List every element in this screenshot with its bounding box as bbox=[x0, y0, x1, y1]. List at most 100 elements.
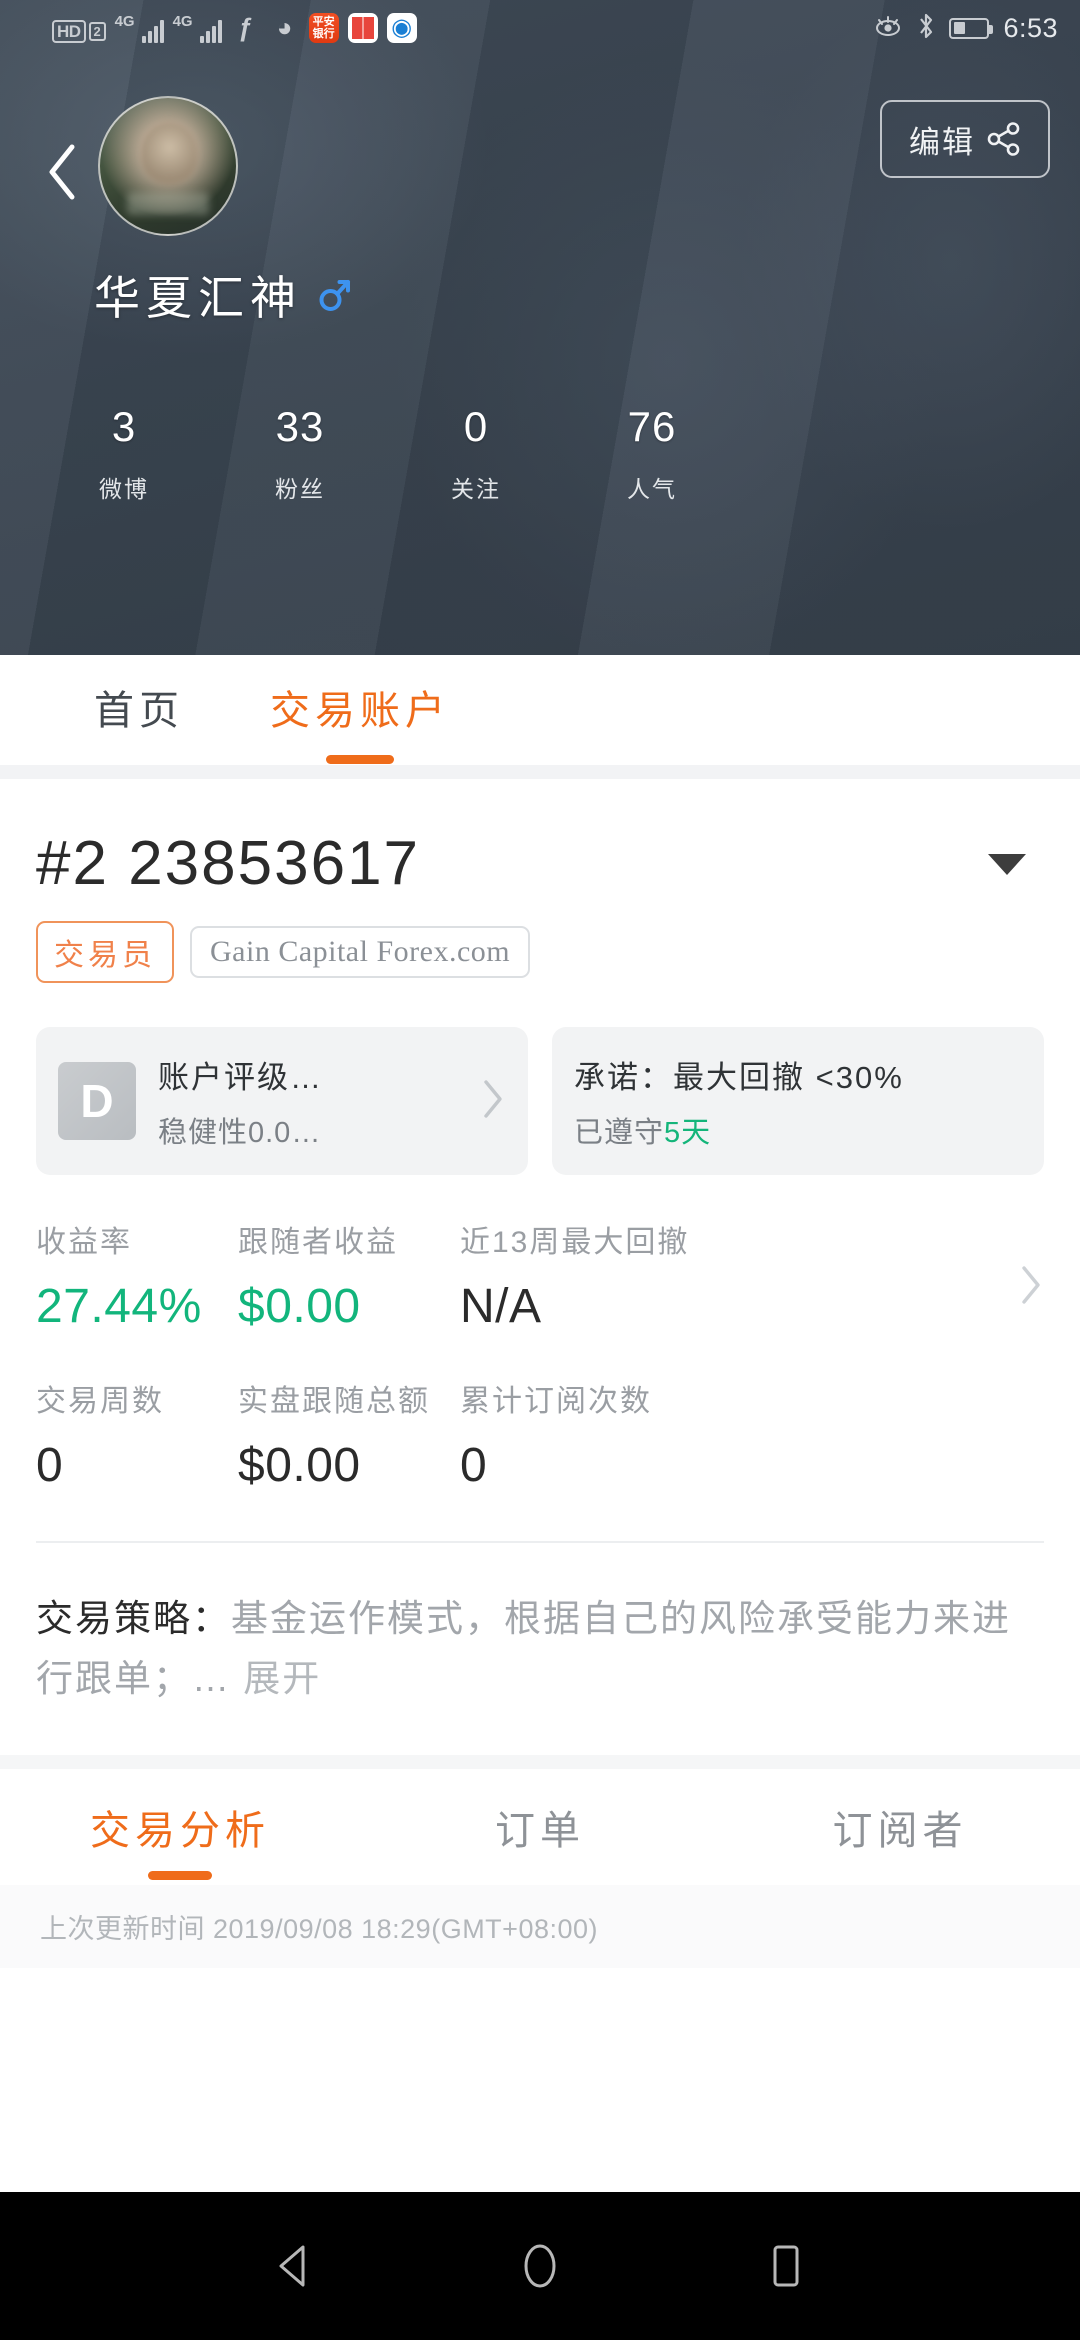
book-reader-icon bbox=[347, 13, 378, 43]
metric-return-rate: 收益率 27.44% bbox=[36, 1217, 238, 1334]
pingan-bank-icon: 平安 银行 bbox=[308, 13, 339, 43]
promise-prefix: 已遵守 bbox=[574, 1116, 665, 1149]
metric-max-drawdown: 近13周最大回撤 N/A bbox=[460, 1217, 1018, 1334]
username-row: 华夏汇神 bbox=[94, 262, 1080, 328]
last-updated-text: 上次更新时间 2019/09/08 18:29(GMT+08:00) bbox=[0, 1884, 1080, 1968]
fuiou-icon: ƒ bbox=[238, 13, 253, 43]
stat-popularity-label: 人气 bbox=[627, 476, 677, 503]
battery-icon bbox=[949, 17, 994, 39]
content-filler bbox=[0, 1967, 1080, 2056]
stat-weibo[interactable]: 3 微博 bbox=[36, 403, 212, 504]
trader-role-badge: 交易员 bbox=[36, 921, 174, 983]
stat-following-label: 关注 bbox=[451, 476, 501, 503]
edit-button-label: 编辑 bbox=[909, 124, 975, 160]
profile-stats: 3 微博 33 粉丝 0 关注 76 人气 bbox=[0, 403, 1080, 504]
metric-live-follow-total-label: 实盘跟随总额 bbox=[238, 1385, 430, 1418]
rating-card-subtitle: 稳健性0.0… bbox=[158, 1116, 322, 1149]
account-rating-card[interactable]: D 账户评级… 稳健性0.0… bbox=[36, 1027, 528, 1175]
metrics-row-2: 交易周数 0 实盘跟随总额 $0.00 累计订阅次数 0 bbox=[36, 1376, 1044, 1493]
promise-card-subtitle: 已遵守5天 bbox=[574, 1109, 711, 1151]
metric-total-subscriptions-value: 0 bbox=[460, 1439, 488, 1492]
rating-card-text: 账户评级… 稳健性0.0… bbox=[158, 1052, 323, 1151]
metric-trading-weeks: 交易周数 0 bbox=[36, 1376, 238, 1493]
stat-followers[interactable]: 33 粉丝 bbox=[212, 403, 388, 504]
stat-weibo-value: 3 bbox=[111, 403, 137, 450]
summary-cards: D 账户评级… 稳健性0.0… 承诺：最大回撤 <30% 已遵守5天 bbox=[0, 983, 1080, 1175]
metric-return-rate-label: 收益率 bbox=[36, 1226, 132, 1259]
metric-follower-profit-label: 跟随者收益 bbox=[238, 1226, 398, 1259]
edit-button[interactable]: 编辑 bbox=[880, 100, 1050, 178]
nav-back-button[interactable] bbox=[266, 2238, 322, 2294]
promise-card-title: 承诺：最大回撤 <30% bbox=[574, 1059, 904, 1095]
strategy-section: 交易策略：基金运作模式，根据自己的风险承受能力来进行跟单；… 展开 bbox=[0, 1543, 1080, 1709]
metric-total-subscriptions-label: 累计订阅次数 bbox=[460, 1385, 652, 1418]
nav-recents-button[interactable] bbox=[758, 2238, 814, 2294]
tab-subscribers[interactable]: 订阅者 bbox=[720, 1798, 1080, 1856]
chevron-right-icon bbox=[480, 1077, 506, 1126]
promise-card[interactable]: 承诺：最大回撤 <30% 已遵守5天 bbox=[552, 1027, 1044, 1175]
metric-follower-profit-value: $0.00 bbox=[238, 1280, 361, 1333]
grade-badge: D bbox=[58, 1062, 136, 1140]
network2-label: 4G bbox=[172, 13, 193, 30]
metric-trading-weeks-label: 交易周数 bbox=[36, 1385, 164, 1418]
gender-male-icon bbox=[316, 276, 354, 314]
share-icon bbox=[987, 122, 1021, 156]
android-nav-bar bbox=[0, 2192, 1080, 2340]
stat-popularity-value: 76 bbox=[627, 403, 677, 450]
metrics-row-1[interactable]: 收益率 27.44% 跟随者收益 $0.00 近13周最大回撤 N/A bbox=[36, 1217, 1044, 1334]
stat-following[interactable]: 0 关注 bbox=[388, 403, 564, 504]
nav-home-button[interactable] bbox=[512, 2238, 568, 2294]
metric-return-rate-value: 27.44% bbox=[36, 1280, 202, 1333]
metric-max-drawdown-value: N/A bbox=[460, 1280, 542, 1333]
browser-globe-icon: ◉ bbox=[386, 13, 417, 43]
stat-followers-value: 33 bbox=[275, 403, 325, 450]
promise-days: 5天 bbox=[664, 1116, 712, 1149]
signal-bars-1 bbox=[141, 19, 164, 43]
strategy-label: 交易策略： bbox=[36, 1598, 231, 1639]
bottom-tab-bar: 交易分析 订单 订阅者 bbox=[0, 1768, 1080, 1885]
account-number: #2 23853617 bbox=[36, 829, 421, 898]
stat-followers-label: 粉丝 bbox=[275, 476, 325, 503]
status-bar-clock: 6:53 bbox=[1003, 12, 1058, 43]
stat-popularity[interactable]: 76 人气 bbox=[564, 403, 740, 504]
stat-weibo-label: 微博 bbox=[99, 476, 149, 503]
signal-sim2-icon: 4G bbox=[173, 14, 222, 43]
chevron-down-icon[interactable] bbox=[988, 853, 1026, 875]
metric-max-drawdown-label: 近13周最大回撤 bbox=[460, 1226, 690, 1259]
metric-total-subscriptions: 累计订阅次数 0 bbox=[460, 1376, 1044, 1493]
metrics-chevron-right-icon[interactable] bbox=[1018, 1239, 1044, 1312]
app-root: HD 2 4G 4G ƒ ◕ 平安 银行 ◉ 6:53 编辑 华夏汇神 3 微博… bbox=[0, 0, 1080, 2340]
metric-trading-weeks-value: 0 bbox=[36, 1439, 64, 1492]
status-bar-right: 6:53 bbox=[873, 12, 1058, 45]
strategy-expand-button[interactable]: 展开 bbox=[243, 1658, 321, 1699]
section-separator bbox=[0, 1754, 1080, 1769]
signal-bars-2 bbox=[199, 19, 222, 43]
tab-orders[interactable]: 订单 bbox=[360, 1798, 720, 1856]
metric-live-follow-total: 实盘跟随总额 $0.00 bbox=[238, 1376, 460, 1493]
metric-live-follow-total-value: $0.00 bbox=[238, 1439, 361, 1492]
metrics-section: 收益率 27.44% 跟随者收益 $0.00 近13周最大回撤 N/A 交易周数… bbox=[0, 1175, 1080, 1493]
header-nav-row: 编辑 bbox=[0, 56, 1080, 236]
profile-header: HD 2 4G 4G ƒ ◕ 平安 银行 ◉ 6:53 编辑 华夏汇神 3 微博… bbox=[0, 0, 1080, 655]
rating-card-title: 账户评级… bbox=[158, 1059, 323, 1095]
metric-follower-profit: 跟随者收益 $0.00 bbox=[238, 1217, 460, 1334]
sim-badge: 2 bbox=[88, 22, 106, 41]
account-header-row: #2 23853617 bbox=[36, 833, 1044, 895]
account-badges: 交易员 Gain Capital Forex.com bbox=[36, 921, 1044, 983]
tab-home[interactable]: 首页 bbox=[94, 678, 184, 742]
top-tab-bar: 首页 交易账户 bbox=[0, 655, 1080, 765]
status-bar-left: HD 2 4G 4G ƒ ◕ 平安 银行 ◉ bbox=[52, 13, 417, 43]
avatar[interactable] bbox=[98, 96, 238, 236]
hd-label: HD bbox=[52, 20, 86, 43]
status-bar: HD 2 4G 4G ƒ ◕ 平安 银行 ◉ 6:53 bbox=[0, 0, 1080, 56]
back-button[interactable] bbox=[30, 140, 94, 204]
stat-following-value: 0 bbox=[463, 403, 489, 450]
eye-comfort-icon bbox=[873, 15, 903, 42]
tab-trading-account[interactable]: 交易账户 bbox=[270, 678, 450, 742]
network1-label: 4G bbox=[114, 13, 135, 30]
hd-volte-icon: HD 2 bbox=[52, 20, 106, 43]
wechat-icon: ◕ bbox=[276, 13, 293, 43]
account-section: #2 23853617 交易员 Gain Capital Forex.com bbox=[0, 779, 1080, 983]
signal-sim1-icon: 4G bbox=[115, 14, 164, 43]
tab-trade-analysis[interactable]: 交易分析 bbox=[0, 1798, 360, 1856]
